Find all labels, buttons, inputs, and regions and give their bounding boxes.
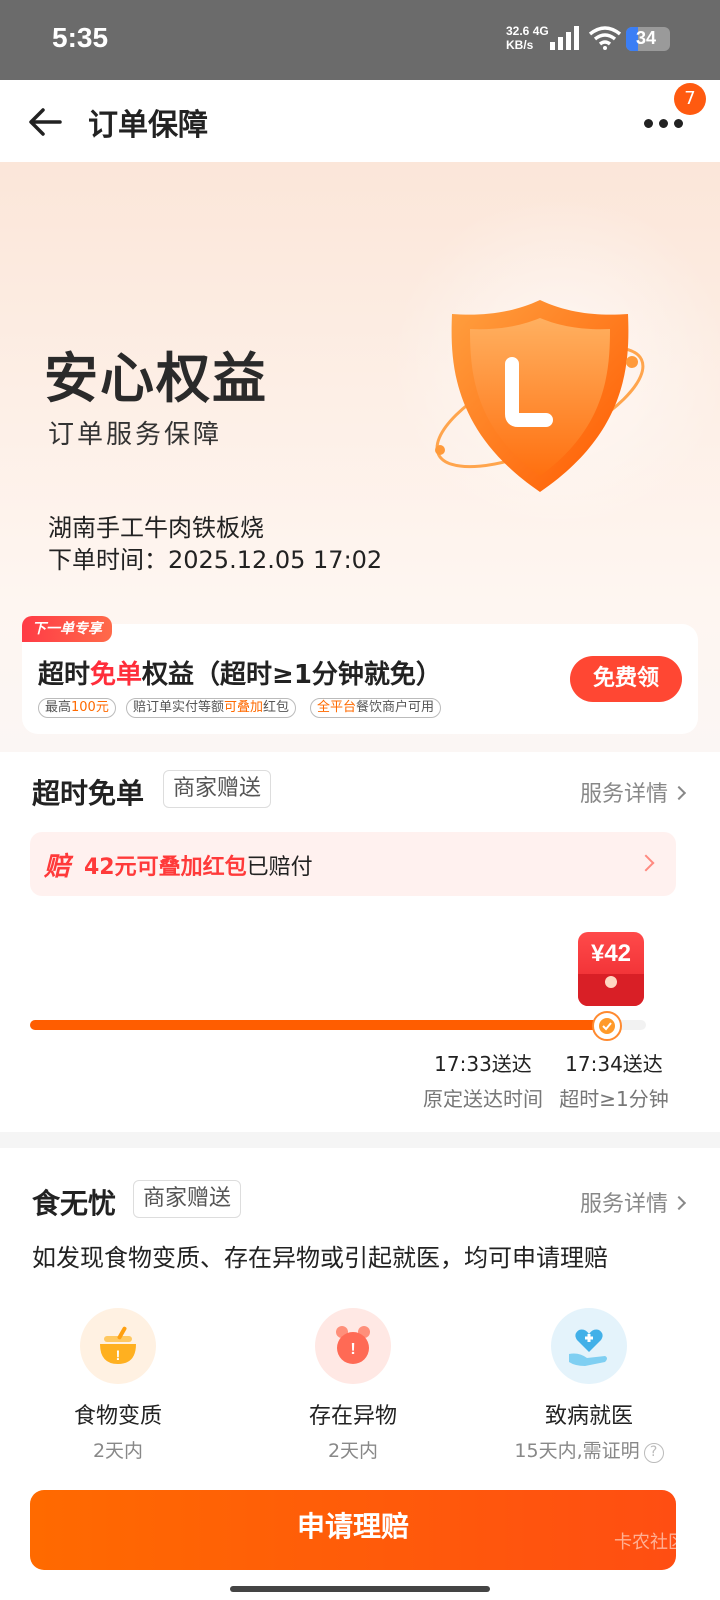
- battery-icon: 34: [626, 27, 670, 51]
- chip-platform: 全平台餐饮商户可用: [310, 698, 442, 718]
- chevron-right-icon: [637, 854, 655, 872]
- wifi-icon: [588, 26, 622, 50]
- apply-claim-button[interactable]: 申请理赔: [30, 1490, 676, 1570]
- page-title: 订单保障: [88, 108, 208, 143]
- actual-desc: 超时≥1分钟: [559, 1087, 669, 1111]
- net-type: 4G: [532, 24, 549, 38]
- alarm-clock-icon: !: [315, 1308, 391, 1384]
- service-detail-link[interactable]: 服务详情: [579, 776, 687, 808]
- actual-time: 17:34送达: [565, 1052, 663, 1076]
- claim-deadline: 15天内,需证明?: [489, 1436, 689, 1463]
- net-speed-unit: KB/s: [506, 38, 534, 52]
- net-speed-value: 32.6: [506, 24, 530, 38]
- chevron-right-icon: [671, 1195, 687, 1211]
- check-icon: [592, 1011, 622, 1041]
- claim-label: 存在异物: [308, 1404, 397, 1429]
- chevron-right-icon: [671, 785, 687, 801]
- coupon-title-pre: 超时: [38, 660, 91, 690]
- claim-label: 致病就医: [544, 1404, 633, 1429]
- claim-type-foreign-object[interactable]: ! 存在异物 2天内: [253, 1308, 453, 1463]
- notification-badge: 7: [674, 83, 706, 115]
- shield-icon: [435, 300, 645, 492]
- delivery-progress-fill: [30, 1020, 603, 1030]
- coupon-title: 超时免单权益（超时≥1分钟就免）: [38, 654, 442, 691]
- hero-title: 安心权益: [44, 347, 268, 410]
- nav-bar: 订单保障 7: [0, 80, 720, 162]
- overtime-title: 超时免单: [32, 777, 145, 810]
- paid-amount: 42元可叠加红包已赔付: [84, 855, 313, 880]
- planned-time: 17:33送达: [434, 1052, 532, 1076]
- service-detail-link[interactable]: 服务详情: [579, 1186, 687, 1218]
- planned-time-label: 17:33送达 原定送达时间: [418, 1048, 548, 1112]
- signal-icon: [550, 26, 579, 50]
- claim-type-medical[interactable]: 致病就医 15天内,需证明?: [489, 1308, 689, 1463]
- merchant-gift-tag: 商家赠送: [163, 770, 272, 808]
- service-detail-label: 服务详情: [579, 1192, 668, 1217]
- overtime-section: 超时免单 商家赠送 服务详情 赔 42元可叠加红包已赔付 ¥42 17:33送达…: [0, 752, 720, 1132]
- hero-subtitle: 订单服务保障: [48, 420, 223, 450]
- chip-compensation: 赔订单实付等额可叠加红包: [126, 698, 297, 718]
- order-time: 下单时间：2025.12.05 17:02: [48, 546, 383, 574]
- exclusive-tag: 下一单专享: [22, 616, 112, 642]
- red-packet-icon: ¥42: [578, 932, 644, 1006]
- chip-max-amount: 最高100元: [38, 698, 116, 718]
- claim-type-spoiled[interactable]: ! 食物变质 2天内: [18, 1308, 218, 1463]
- compensation-icon: 赔: [44, 852, 71, 882]
- more-dots-icon: [644, 119, 653, 128]
- svg-text:!: !: [116, 1347, 121, 1363]
- watermark: 卡农社区: [614, 1532, 686, 1553]
- back-arrow-icon[interactable]: [26, 102, 66, 142]
- food-safety-desc: 如发现食物变质、存在异物或引起就医，均可申请理赔: [32, 1244, 608, 1272]
- paid-banner[interactable]: 赔 42元可叠加红包已赔付: [30, 832, 676, 896]
- home-indicator[interactable]: [230, 1586, 490, 1592]
- red-packet-value: ¥42: [590, 940, 632, 967]
- battery-level: 34: [635, 28, 657, 48]
- food-safety-title: 食无忧: [32, 1187, 117, 1220]
- coupon-card[interactable]: 下一单专享 超时免单权益（超时≥1分钟就免） 最高100元 赔订单实付等额可叠加…: [22, 616, 698, 734]
- merchant-gift-tag: 商家赠送: [133, 1180, 242, 1218]
- hero-banner: 安心权益 订单服务保障 湖南手工牛肉铁板烧 下单时间：2025.12.05 17…: [0, 162, 720, 752]
- medical-hand-icon: [551, 1308, 627, 1384]
- coupon-title-highlight: 免单: [90, 660, 143, 690]
- svg-text:!: !: [350, 1341, 355, 1358]
- claim-label: 食物变质: [73, 1404, 162, 1429]
- bowl-icon: !: [80, 1308, 156, 1384]
- service-detail-label: 服务详情: [579, 782, 668, 807]
- shop-name: 湖南手工牛肉铁板烧: [48, 514, 264, 542]
- claim-deadline: 2天内: [327, 1440, 379, 1462]
- coupon-title-post: 权益（超时≥1分钟就免）: [142, 660, 442, 690]
- claim-deadline: 2天内: [92, 1440, 144, 1462]
- planned-desc: 原定送达时间: [423, 1087, 543, 1111]
- help-icon[interactable]: ?: [643, 1443, 664, 1463]
- free-claim-button[interactable]: 免费领: [570, 656, 682, 702]
- network-speed: 32.6 4G KB/s: [506, 24, 549, 52]
- status-time: 5:35: [52, 22, 109, 53]
- actual-time-label: 17:34送达 超时≥1分钟: [556, 1048, 672, 1112]
- status-bar: 5:35 32.6 4G KB/s 34: [0, 0, 720, 80]
